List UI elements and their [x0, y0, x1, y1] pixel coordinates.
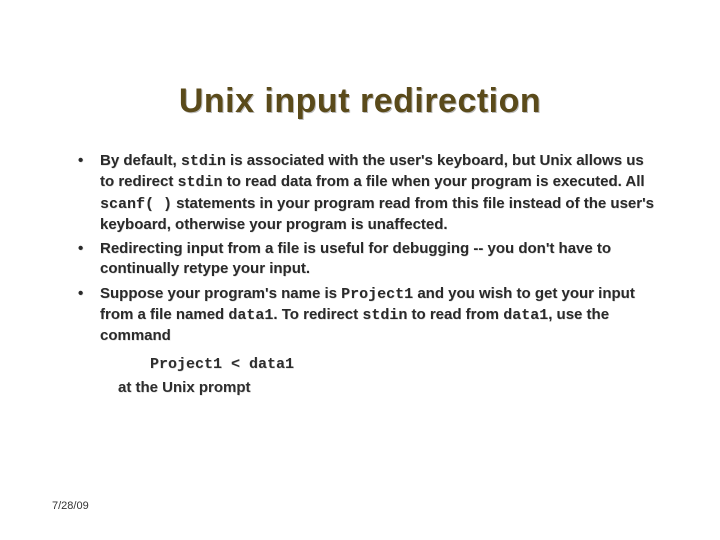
text: By default,: [100, 152, 181, 169]
text: to read data from a file when your progr…: [223, 173, 645, 190]
code-scanf: scanf( ): [100, 196, 172, 213]
text: . To redirect: [273, 306, 362, 323]
code-project1: Project1: [341, 286, 413, 303]
bullet-item-2: Redirecting input from a file is useful …: [78, 239, 660, 280]
code-stdin: stdin: [181, 153, 226, 170]
code-stdin: stdin: [362, 307, 407, 324]
footer-date: 7/28/09: [52, 500, 89, 512]
trailer-text: at the Unix prompt: [118, 379, 680, 396]
text: statements in your program read from thi…: [100, 195, 654, 233]
bullet-item-3: Suppose your program's name is Project1 …: [78, 284, 660, 347]
bullet-list: By default, stdin is associated with the…: [40, 151, 680, 346]
code-data1: data1: [503, 307, 548, 324]
code-data1: data1: [228, 307, 273, 324]
text: Suppose your program's name is: [100, 285, 341, 302]
command-line: Project1 < data1: [150, 356, 680, 373]
slide: Unix input redirection By default, stdin…: [0, 0, 720, 540]
code-stdin: stdin: [178, 174, 223, 191]
slide-title: Unix input redirection: [40, 0, 680, 151]
text: to read from: [407, 306, 503, 323]
bullet-item-1: By default, stdin is associated with the…: [78, 151, 660, 235]
